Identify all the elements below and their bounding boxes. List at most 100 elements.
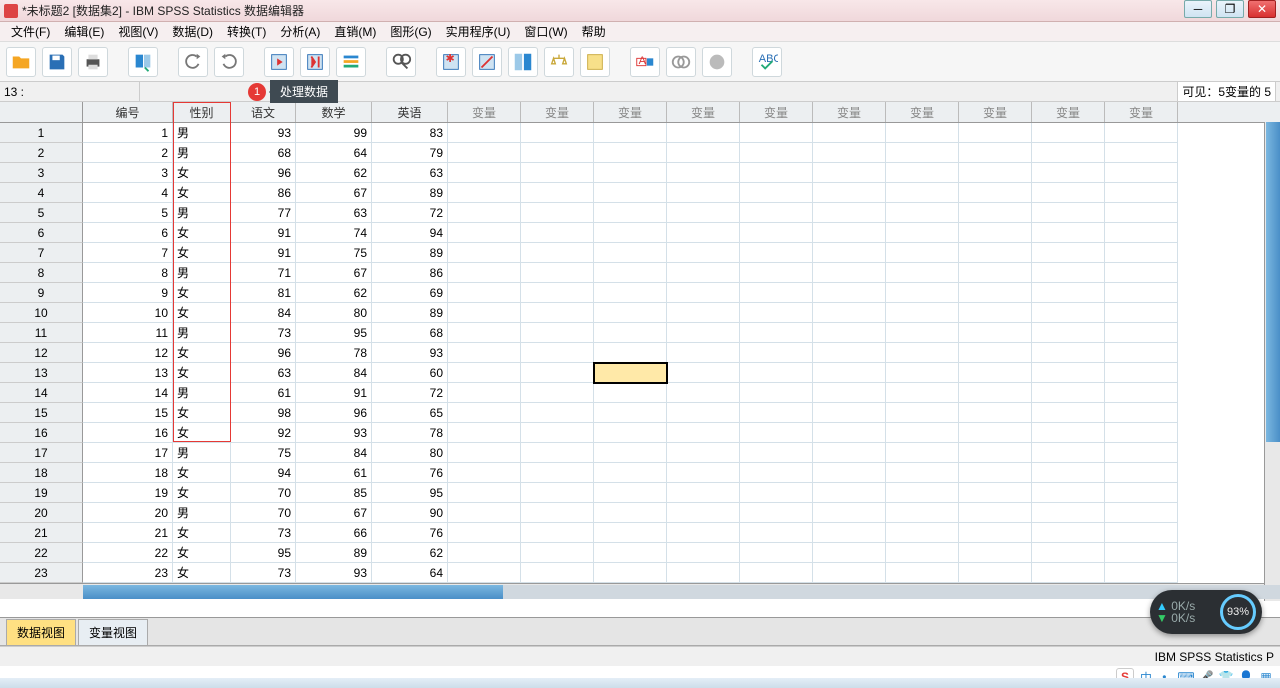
empty-cell[interactable] — [813, 323, 886, 343]
empty-cell[interactable] — [1032, 543, 1105, 563]
empty-cell[interactable] — [813, 503, 886, 523]
empty-cell[interactable] — [959, 223, 1032, 243]
data-cell[interactable]: 73 — [231, 563, 296, 583]
row-header[interactable]: 2 — [0, 143, 83, 163]
empty-cell[interactable] — [1032, 483, 1105, 503]
empty-cell[interactable] — [594, 383, 667, 403]
empty-cell[interactable] — [740, 403, 813, 423]
data-cell[interactable]: 76 — [372, 523, 448, 543]
empty-cell[interactable] — [448, 343, 521, 363]
empty-cell[interactable] — [667, 343, 740, 363]
empty-cell[interactable] — [521, 543, 594, 563]
goto-variable-icon[interactable] — [300, 47, 330, 77]
empty-cell[interactable] — [448, 403, 521, 423]
menu-item[interactable]: 视图(V) — [113, 21, 163, 42]
empty-cell[interactable] — [1105, 543, 1178, 563]
data-cell[interactable]: 90 — [372, 503, 448, 523]
variables-icon[interactable] — [336, 47, 366, 77]
data-cell[interactable]: 67 — [296, 183, 372, 203]
data-cell[interactable]: 6 — [83, 223, 173, 243]
row-header[interactable]: 4 — [0, 183, 83, 203]
empty-cell[interactable] — [886, 523, 959, 543]
data-cell[interactable]: 85 — [296, 483, 372, 503]
data-cell[interactable]: 62 — [372, 543, 448, 563]
empty-cell[interactable] — [521, 363, 594, 383]
empty-cell[interactable] — [813, 403, 886, 423]
empty-cell[interactable] — [594, 243, 667, 263]
insert-case-icon[interactable]: ✱ — [436, 47, 466, 77]
data-cell[interactable]: 7 — [83, 243, 173, 263]
empty-cell[interactable] — [959, 123, 1032, 143]
column-header[interactable]: 性别 — [173, 102, 231, 122]
data-cell[interactable]: 63 — [231, 363, 296, 383]
redo-icon[interactable] — [214, 47, 244, 77]
data-cell[interactable]: 73 — [231, 523, 296, 543]
data-cell[interactable]: 70 — [231, 483, 296, 503]
data-cell[interactable]: 84 — [296, 443, 372, 463]
row-header[interactable]: 9 — [0, 283, 83, 303]
empty-cell[interactable] — [959, 343, 1032, 363]
empty-cell[interactable] — [667, 463, 740, 483]
column-header[interactable]: 语文 — [231, 102, 296, 122]
empty-cell[interactable] — [1105, 283, 1178, 303]
data-cell[interactable]: 男 — [173, 203, 231, 223]
menu-item[interactable]: 窗口(W) — [519, 21, 572, 42]
empty-cell[interactable] — [1105, 263, 1178, 283]
save-icon[interactable] — [42, 47, 72, 77]
empty-cell[interactable] — [1105, 123, 1178, 143]
row-header[interactable]: 11 — [0, 323, 83, 343]
empty-cell[interactable] — [1032, 323, 1105, 343]
column-header-empty[interactable]: 变量 — [594, 102, 667, 122]
empty-cell[interactable] — [594, 323, 667, 343]
empty-cell[interactable] — [813, 383, 886, 403]
empty-cell[interactable] — [813, 483, 886, 503]
empty-cell[interactable] — [594, 483, 667, 503]
data-cell[interactable]: 21 — [83, 523, 173, 543]
empty-cell[interactable] — [1032, 443, 1105, 463]
row-header[interactable]: 13 — [0, 363, 83, 383]
data-cell[interactable]: 10 — [83, 303, 173, 323]
empty-cell[interactable] — [886, 343, 959, 363]
data-cell[interactable]: 男 — [173, 123, 231, 143]
empty-cell[interactable] — [448, 383, 521, 403]
empty-cell[interactable] — [1032, 523, 1105, 543]
empty-cell[interactable] — [521, 163, 594, 183]
show-all-icon[interactable] — [702, 47, 732, 77]
empty-cell[interactable] — [813, 263, 886, 283]
empty-cell[interactable] — [521, 223, 594, 243]
empty-cell[interactable] — [813, 443, 886, 463]
data-cell[interactable]: 15 — [83, 403, 173, 423]
empty-cell[interactable] — [448, 503, 521, 523]
empty-cell[interactable] — [667, 563, 740, 583]
open-icon[interactable] — [6, 47, 36, 77]
empty-cell[interactable] — [740, 423, 813, 443]
empty-cell[interactable] — [886, 143, 959, 163]
data-cell[interactable]: 2 — [83, 143, 173, 163]
grid-corner[interactable] — [0, 102, 83, 122]
empty-cell[interactable] — [886, 303, 959, 323]
data-cell[interactable]: 女 — [173, 183, 231, 203]
empty-cell[interactable] — [886, 403, 959, 423]
empty-cell[interactable] — [740, 143, 813, 163]
empty-cell[interactable] — [1032, 223, 1105, 243]
data-cell[interactable]: 17 — [83, 443, 173, 463]
empty-cell[interactable] — [1105, 443, 1178, 463]
menu-item[interactable]: 文件(F) — [6, 21, 55, 42]
data-cell[interactable]: 81 — [231, 283, 296, 303]
data-cell[interactable]: 89 — [372, 243, 448, 263]
empty-cell[interactable] — [448, 423, 521, 443]
empty-cell[interactable] — [886, 203, 959, 223]
row-header[interactable]: 22 — [0, 543, 83, 563]
empty-cell[interactable] — [1105, 383, 1178, 403]
empty-cell[interactable] — [886, 563, 959, 583]
empty-cell[interactable] — [448, 123, 521, 143]
empty-cell[interactable] — [594, 443, 667, 463]
data-cell[interactable]: 19 — [83, 483, 173, 503]
data-cell[interactable]: 91 — [231, 223, 296, 243]
data-cell[interactable]: 63 — [372, 163, 448, 183]
empty-cell[interactable] — [813, 343, 886, 363]
find-icon[interactable] — [386, 47, 416, 77]
empty-cell[interactable] — [740, 183, 813, 203]
data-cell[interactable]: 75 — [231, 443, 296, 463]
goto-case-icon[interactable] — [264, 47, 294, 77]
